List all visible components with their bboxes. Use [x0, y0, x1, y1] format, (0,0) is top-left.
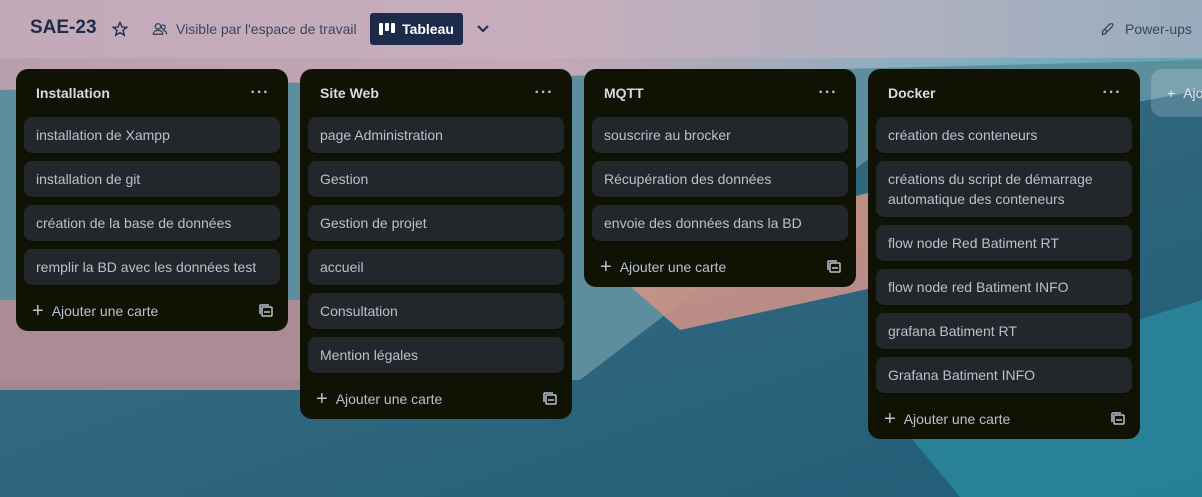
- plus-icon: +: [600, 256, 612, 278]
- card[interactable]: Récupération des données: [592, 161, 848, 197]
- card[interactable]: Gestion de projet: [308, 205, 564, 241]
- plus-icon: +: [316, 388, 328, 410]
- chevron-down-icon: [477, 25, 489, 33]
- list-menu-icon[interactable]: ···: [814, 84, 842, 102]
- card[interactable]: envoie des données dans la BD: [592, 205, 848, 241]
- plus-icon: +: [1167, 85, 1176, 101]
- card-template-icon[interactable]: [258, 303, 274, 319]
- powerups-button[interactable]: Power-ups: [1100, 18, 1192, 40]
- card[interactable]: création des conteneurs: [876, 117, 1132, 153]
- card-list: création des conteneurs créations du scr…: [868, 117, 1140, 393]
- list-title[interactable]: Docker: [888, 85, 935, 101]
- add-card-label: Ajouter une carte: [51, 303, 159, 319]
- add-card-label: Ajouter une carte: [903, 411, 1011, 427]
- card-template-icon[interactable]: [826, 259, 842, 275]
- card[interactable]: grafana Batiment RT: [876, 313, 1132, 349]
- list-header: Site Web ···: [300, 69, 572, 117]
- list-header: Installation ···: [16, 69, 288, 117]
- card-template-icon[interactable]: [542, 391, 558, 407]
- card-list: installation de Xampp installation de gi…: [16, 117, 288, 285]
- list-title[interactable]: Site Web: [320, 85, 379, 101]
- card[interactable]: installation de git: [24, 161, 280, 197]
- add-card-button[interactable]: + Ajouter une carte: [32, 300, 159, 322]
- add-card-label: Ajouter une carte: [619, 259, 727, 275]
- board-view-label: Tableau: [402, 21, 454, 37]
- powerups-label: Power-ups: [1125, 21, 1192, 37]
- board-title[interactable]: SAE-23: [30, 17, 97, 39]
- card[interactable]: remplir la BD avec les données test: [24, 249, 280, 285]
- list-title[interactable]: MQTT: [604, 85, 644, 101]
- card[interactable]: souscrire au brocker: [592, 117, 848, 153]
- list-installation: Installation ··· installation de Xampp i…: [16, 69, 288, 331]
- list-menu-icon[interactable]: ···: [530, 84, 558, 102]
- list-header: Docker ···: [868, 69, 1140, 117]
- add-card-button[interactable]: + Ajouter une carte: [600, 256, 727, 278]
- card-list: souscrire au brocker Récupération des do…: [584, 117, 856, 241]
- list-menu-icon[interactable]: ···: [246, 84, 274, 102]
- list-docker: Docker ··· création des conteneurs créat…: [868, 69, 1140, 439]
- list-mqtt: MQTT ··· souscrire au brocker Récupérati…: [584, 69, 856, 287]
- list-footer: + Ajouter une carte: [868, 399, 1140, 439]
- list-site-web: Site Web ··· page Administration Gestion…: [300, 69, 572, 419]
- add-card-button[interactable]: + Ajouter une carte: [316, 388, 443, 410]
- list-footer: + Ajouter une carte: [584, 247, 856, 287]
- board-view-icon: [379, 23, 396, 35]
- card[interactable]: création de la base de données: [24, 205, 280, 241]
- list-footer: + Ajouter une carte: [300, 379, 572, 419]
- add-list-button[interactable]: + Ajouter une autre liste: [1151, 69, 1202, 117]
- workspace-visibility-icon: [152, 23, 168, 35]
- add-card-button[interactable]: + Ajouter une carte: [884, 408, 1011, 430]
- plus-icon: +: [884, 408, 896, 430]
- list-header: MQTT ···: [584, 69, 856, 117]
- visibility-button[interactable]: Visible par l'espace de travail: [152, 18, 357, 40]
- card[interactable]: flow node Red Batiment RT: [876, 225, 1132, 261]
- list-footer: + Ajouter une carte: [16, 291, 288, 331]
- add-card-label: Ajouter une carte: [335, 391, 443, 407]
- card-template-icon[interactable]: [1110, 411, 1126, 427]
- star-icon: [112, 21, 128, 37]
- card[interactable]: accueil: [308, 249, 564, 285]
- list-title[interactable]: Installation: [36, 85, 110, 101]
- board-header: SAE-23 Visible par l'espace de travail T…: [0, 0, 1202, 58]
- visibility-label: Visible par l'espace de travail: [176, 21, 357, 37]
- card[interactable]: Gestion: [308, 161, 564, 197]
- board-view-button[interactable]: Tableau: [370, 13, 463, 45]
- card[interactable]: installation de Xampp: [24, 117, 280, 153]
- card-list: page Administration Gestion Gestion de p…: [300, 117, 572, 373]
- star-button[interactable]: [109, 18, 131, 40]
- card[interactable]: Mention légales: [308, 337, 564, 373]
- card[interactable]: page Administration: [308, 117, 564, 153]
- view-switcher-button[interactable]: [472, 18, 494, 40]
- card[interactable]: Consultation: [308, 293, 564, 329]
- plus-icon: +: [32, 300, 44, 322]
- list-menu-icon[interactable]: ···: [1098, 84, 1126, 102]
- card[interactable]: Grafana Batiment INFO: [876, 357, 1132, 393]
- rocket-icon: [1101, 22, 1114, 35]
- card[interactable]: flow node red Batiment INFO: [876, 269, 1132, 305]
- card[interactable]: créations du script de démarrage automat…: [876, 161, 1132, 217]
- add-list-label: Ajouter une autre liste: [1183, 85, 1202, 101]
